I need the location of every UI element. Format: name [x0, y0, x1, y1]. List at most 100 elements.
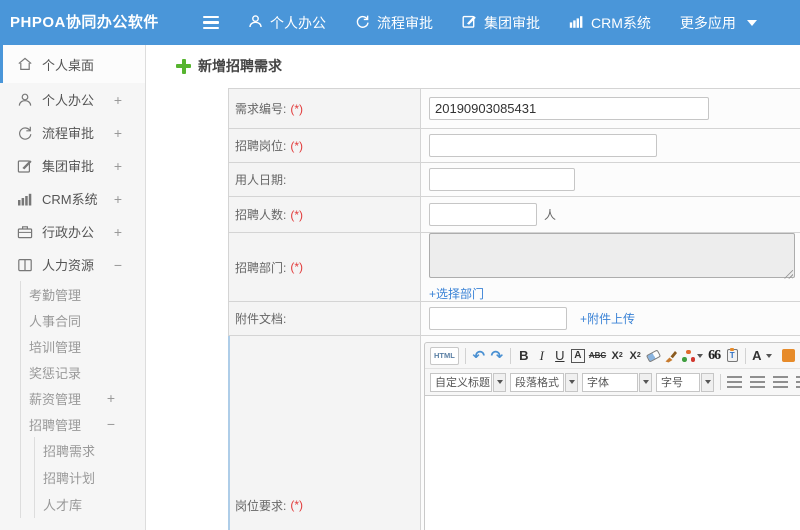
required-mark: (*) — [290, 138, 304, 153]
sidebar-item-recruit-demand[interactable]: 招聘需求 — [35, 437, 145, 464]
strikethrough-button[interactable]: ABC — [589, 347, 606, 365]
form-row-position: 招聘岗位: (*) — [229, 129, 800, 163]
paragraph-format-select[interactable]: 段落格式 — [510, 372, 578, 392]
sidebar-item-training[interactable]: 培训管理 — [21, 333, 145, 359]
eraser-icon[interactable] — [645, 347, 661, 365]
form-row-date: 用人日期: — [229, 163, 800, 197]
required-mark: (*) — [290, 101, 304, 116]
attachment-upload-link[interactable]: +附件上传 — [580, 310, 635, 327]
field-label: 岗位要求: — [235, 498, 287, 513]
demand-code-input[interactable] — [429, 97, 709, 120]
menu-toggle-icon[interactable] — [203, 16, 219, 32]
field-label: 附件文档: — [235, 312, 287, 326]
form-row-count: 招聘人数: (*) 人 — [229, 197, 800, 233]
required-mark: (*) — [290, 498, 304, 512]
align-right-icon[interactable] — [773, 376, 788, 388]
font-color-button[interactable]: A — [752, 347, 772, 365]
custom-title-select[interactable]: 自定义标题 — [430, 372, 506, 392]
recruit-dept-textarea[interactable] — [429, 232, 795, 278]
field-label: 需求编号: — [235, 102, 287, 116]
crm-chart-icon — [569, 14, 584, 32]
field-label: 招聘岗位: — [235, 139, 287, 153]
add-plus-icon — [176, 58, 191, 74]
process-cycle-icon — [17, 125, 33, 141]
group-approve-icon — [17, 158, 33, 174]
editor-content-area[interactable] — [424, 396, 800, 530]
expand-plus-icon[interactable]: + — [114, 191, 122, 207]
expand-plus-icon[interactable]: + — [107, 390, 115, 406]
hr-submenu: 考勤管理 人事合同 培训管理 奖惩记录 薪资管理 + 招聘管理 − 招聘需求 招聘计… — [20, 281, 145, 518]
app-header: PHPOA协同办公软件 个人办公 流程审批 集团审批 CRM系统 更多应用 — [0, 0, 800, 45]
expand-plus-icon[interactable]: + — [114, 158, 122, 174]
nav-item-more-apps[interactable]: 更多应用 — [680, 13, 757, 33]
subscript-button[interactable]: X2 — [628, 347, 642, 365]
form-row-code: 需求编号: (*) — [229, 89, 800, 129]
recruit-submenu: 招聘需求 招聘计划 人才库 — [34, 437, 145, 518]
process-cycle-icon — [355, 14, 370, 32]
font-family-select[interactable]: 字体 — [582, 372, 652, 392]
collapse-minus-icon[interactable]: − — [114, 257, 122, 273]
sidebar-item-personal-desktop[interactable]: 个人桌面 — [0, 45, 145, 83]
superscript-button[interactable]: X2 — [610, 347, 624, 365]
nav-item-crm[interactable]: CRM系统 — [569, 13, 651, 33]
align-justify-icon[interactable] — [796, 376, 800, 388]
group-approve-icon — [462, 14, 477, 32]
book-icon — [17, 257, 33, 273]
italic-button[interactable]: I — [535, 347, 549, 365]
unit-suffix: 人 — [544, 208, 557, 222]
bold-button[interactable]: B — [517, 347, 531, 365]
font-size-select[interactable]: 字号 — [656, 372, 714, 392]
align-left-icon[interactable] — [727, 376, 742, 388]
nav-item-personal-office[interactable]: 个人办公 — [248, 13, 326, 33]
required-mark: (*) — [290, 207, 304, 222]
sidebar-item-recruit-mgmt[interactable]: 招聘管理 − — [21, 411, 145, 437]
form-row-dept: 招聘部门: (*) +选择部门 — [229, 232, 800, 302]
clipped-toolbar-icon[interactable] — [781, 349, 795, 362]
sidebar-item-group-approval[interactable]: 集团审批 + — [0, 149, 145, 182]
nav-item-process-approval[interactable]: 流程审批 — [355, 13, 433, 33]
html-source-button[interactable]: HTML — [430, 346, 459, 365]
sidebar-item-recruit-plan[interactable]: 招聘计划 — [35, 464, 145, 491]
align-center-icon[interactable] — [750, 376, 765, 388]
sidebar-item-salary[interactable]: 薪资管理 + — [21, 385, 145, 411]
sidebar-item-reward-record[interactable]: 奖惩记录 — [21, 359, 145, 385]
hire-date-input[interactable] — [429, 168, 575, 191]
expand-plus-icon[interactable]: + — [114, 224, 122, 240]
expand-plus-icon[interactable]: + — [114, 125, 122, 141]
sidebar: 个人桌面 个人办公 + 流程审批 + 集团审批 + CRM系统 + 行政办公 +… — [0, 45, 146, 530]
font-style-button[interactable]: A — [570, 348, 585, 363]
sidebar-item-personal-office[interactable]: 个人办公 + — [0, 83, 145, 116]
undo-icon[interactable]: ↶ — [472, 347, 486, 365]
sidebar-item-crm[interactable]: CRM系统 + — [0, 182, 145, 215]
recruit-count-input[interactable] — [429, 203, 537, 226]
field-label: 招聘部门: — [235, 260, 287, 275]
form-row-attachment: 附件文档: +附件上传 — [229, 302, 800, 336]
color-dots-icon[interactable] — [682, 347, 704, 365]
blockquote-icon[interactable]: 66 — [707, 347, 721, 365]
redo-icon[interactable]: ↷ — [490, 347, 504, 365]
collapse-minus-icon[interactable]: − — [107, 416, 115, 432]
main-content: 新增招聘需求 需求编号:(*) 招聘岗位:(*) 用人日期: 招聘人数:(*) … — [147, 45, 800, 530]
sidebar-item-hr-contract[interactable]: 人事合同 — [21, 307, 145, 333]
required-mark: (*) — [290, 260, 304, 274]
underline-button[interactable]: U — [553, 347, 567, 365]
sidebar-item-admin-office[interactable]: 行政办公 + — [0, 215, 145, 248]
paste-icon[interactable]: T — [725, 347, 739, 365]
field-label: 招聘人数: — [235, 208, 287, 222]
nav-item-group-approval[interactable]: 集团审批 — [462, 13, 540, 33]
page-title: 新增招聘需求 — [176, 56, 282, 76]
attachment-input[interactable] — [429, 307, 567, 330]
sidebar-item-process-approval[interactable]: 流程审批 + — [0, 116, 145, 149]
rich-text-editor: HTML ↶ ↷ B I U A ABC X2 X2 66 T A 自定义标题 … — [424, 342, 800, 530]
sidebar-item-attendance[interactable]: 考勤管理 — [21, 281, 145, 307]
top-nav: 个人办公 流程审批 集团审批 CRM系统 更多应用 — [248, 0, 757, 45]
sidebar-item-hr[interactable]: 人力资源 − — [0, 248, 145, 281]
format-painter-icon[interactable] — [664, 347, 678, 365]
expand-plus-icon[interactable]: + — [114, 92, 122, 108]
recruit-position-input[interactable] — [429, 134, 657, 157]
sidebar-item-talent-pool[interactable]: 人才库 — [35, 491, 145, 518]
select-dept-link[interactable]: +选择部门 — [429, 285, 484, 302]
crm-chart-icon — [17, 191, 33, 207]
recruit-demand-form: 需求编号:(*) 招聘岗位:(*) 用人日期: 招聘人数:(*) 人 招聘部门:… — [228, 88, 800, 530]
home-icon — [17, 56, 33, 72]
